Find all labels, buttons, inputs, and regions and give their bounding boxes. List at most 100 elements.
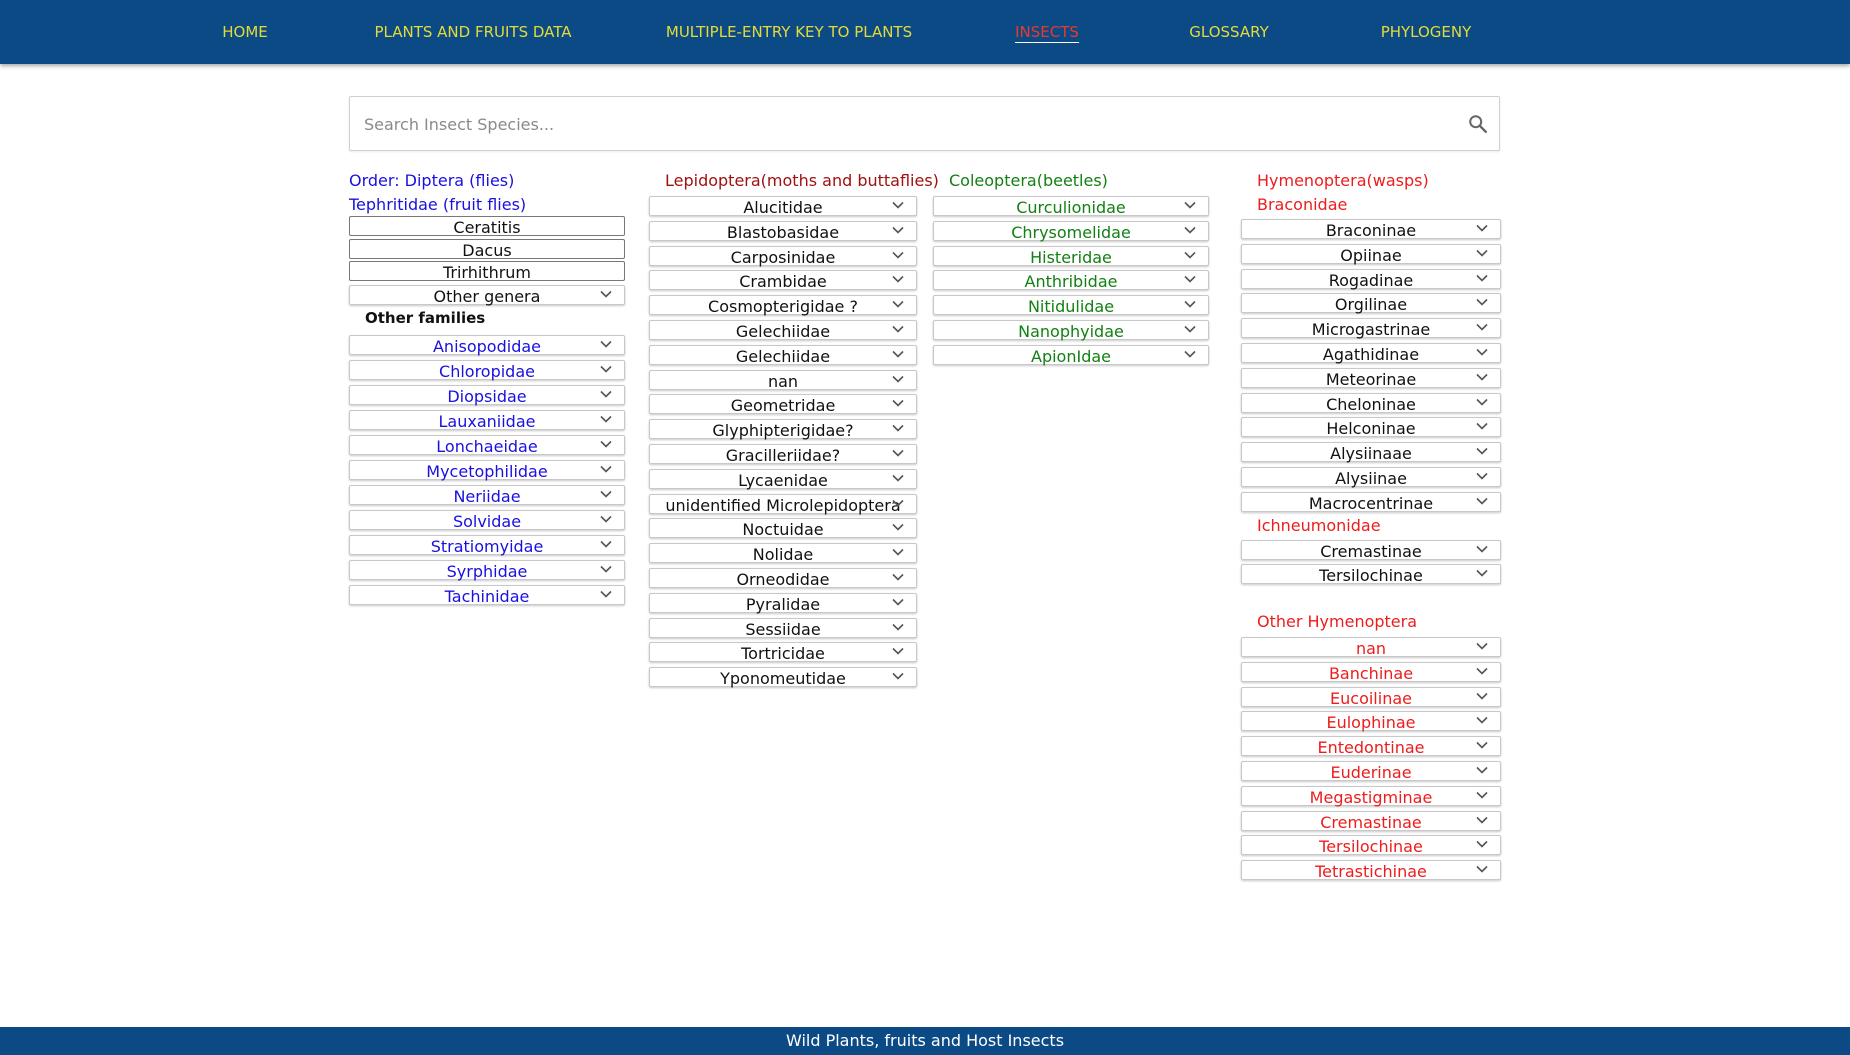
dropdown-microgastrinae[interactable]: Microgastrinae xyxy=(1241,318,1501,339)
dropdown-chrysomelidae[interactable]: Chrysomelidae xyxy=(933,220,1209,242)
dropdown-cremastinae[interactable]: Cremastinae xyxy=(1241,810,1501,832)
dropdown-label: Diopsidae xyxy=(447,387,527,406)
dropdown-eucoilinae[interactable]: Eucoilinae xyxy=(1241,686,1501,708)
dropdown-anisopodidae[interactable]: Anisopodidae xyxy=(349,335,625,356)
nav-glossary[interactable]: GLOSSARY xyxy=(1189,0,1268,64)
dropdown-cosmopterigidae[interactable]: Cosmopterigidae ? xyxy=(649,295,917,316)
dropdown-unidentified-microlepidoptera[interactable]: unidentified Microlepidoptera xyxy=(649,493,917,515)
dropdown-neriidae[interactable]: Neriidae xyxy=(349,485,625,506)
chevron-down-icon xyxy=(1476,742,1488,749)
dropdown-orgilinae[interactable]: Orgilinae xyxy=(1241,293,1501,314)
dropdown-syrphidae[interactable]: Syrphidae xyxy=(349,560,625,581)
dropdown-alysiinaae[interactable]: Alysiinaae xyxy=(1241,442,1501,463)
chevron-down-icon xyxy=(892,375,904,383)
nav-home[interactable]: HOME xyxy=(222,0,268,64)
dropdown-label: unidentified Microlepidoptera xyxy=(665,495,901,515)
dropdown-label: Eulophinae xyxy=(1326,713,1416,733)
dropdown-nan[interactable]: nan xyxy=(1241,637,1501,658)
dropdown-label: Syrphidae xyxy=(446,562,528,581)
dropdown-label: Mycetophilidae xyxy=(426,462,548,481)
dropdown-tersilochinae[interactable]: Tersilochinae xyxy=(1241,564,1501,585)
dropdown-nanophyidae[interactable]: Nanophyidae xyxy=(933,320,1209,341)
dropdown-pyralidae[interactable]: Pyralidae xyxy=(649,592,917,614)
dropdown-braconinae[interactable]: Braconinae xyxy=(1241,219,1501,240)
dropdown-yponomeutidae[interactable]: Yponomeutidae xyxy=(649,667,917,688)
dropdown-label: ApionIdae xyxy=(1031,346,1111,366)
chevron-down-icon xyxy=(892,350,904,358)
dropdown-noctuidae[interactable]: Noctuidae xyxy=(649,518,917,539)
dropdown-macrocentrinae[interactable]: Macrocentrinae xyxy=(1241,491,1501,513)
chevron-down-icon xyxy=(1476,299,1488,307)
dropdown-cremastinae[interactable]: Cremastinae xyxy=(1241,540,1501,561)
dropdown-tersilochinae[interactable]: Tersilochinae xyxy=(1241,835,1501,856)
dropdown-euderinae[interactable]: Euderinae xyxy=(1241,761,1501,782)
dropdown-entedontinae[interactable]: Entedontinae xyxy=(1241,736,1501,757)
search-icon[interactable] xyxy=(1467,113,1489,135)
dropdown-trirhithrum[interactable]: Trirhithrum xyxy=(349,261,625,282)
dropdown-ceratitis[interactable]: Ceratitis xyxy=(349,216,625,237)
dropdown-eulophinae[interactable]: Eulophinae xyxy=(1241,711,1501,733)
dropdown-tetrastichinae[interactable]: Tetrastichinae xyxy=(1241,860,1501,881)
dropdown-lycaenidae[interactable]: Lycaenidae xyxy=(649,468,917,490)
dropdown-label: Alysiinae xyxy=(1335,469,1407,488)
dropdown-nitidulidae[interactable]: Nitidulidae xyxy=(933,295,1209,316)
dropdown-meteorinae[interactable]: Meteorinae xyxy=(1241,367,1501,389)
nav-phylogeny[interactable]: PHYLOGENY xyxy=(1381,0,1472,64)
dropdown-lonchaeidae[interactable]: Lonchaeidae xyxy=(349,435,625,456)
nav-insects[interactable]: INSECTS xyxy=(1015,0,1079,64)
chevron-down-icon xyxy=(892,524,904,532)
dropdown-carposinidae[interactable]: Carposinidae xyxy=(649,245,917,267)
dropdown-geometridae[interactable]: Geometridae xyxy=(649,394,917,415)
dropdown-banchinae[interactable]: Banchinae xyxy=(1241,661,1501,683)
dropdown-sessiidae[interactable]: Sessiidae xyxy=(649,617,917,639)
dropdown-alucitidae[interactable]: Alucitidae xyxy=(649,196,917,217)
dropdown-diopsidae[interactable]: Diopsidae xyxy=(349,385,625,406)
chevron-down-icon xyxy=(1476,569,1488,577)
dropdown-opiinae[interactable]: Opiinae xyxy=(1241,243,1501,265)
dropdown-curculionidae[interactable]: Curculionidae xyxy=(933,196,1209,217)
chevron-down-icon xyxy=(600,340,612,348)
dropdown-nolidae[interactable]: Nolidae xyxy=(649,543,917,564)
footer: Wild Plants, fruits and Host Insects xyxy=(0,1027,1850,1055)
dropdown-label: nan xyxy=(767,371,799,391)
dropdown-tortricidae[interactable]: Tortricidae xyxy=(649,642,917,663)
nav-plants-and-fruits-data[interactable]: PLANTS AND FRUITS DATA xyxy=(374,0,571,64)
dropdown-cheloninae[interactable]: Cheloninae xyxy=(1241,392,1501,414)
dropdown-rogadinae[interactable]: Rogadinae xyxy=(1241,268,1501,290)
order-diptera-heading: Order: Diptera (flies) xyxy=(349,171,515,190)
chevron-down-icon xyxy=(892,623,904,631)
dropdown-agathidinae[interactable]: Agathidinae xyxy=(1241,343,1501,364)
dropdown-tachinidae[interactable]: Tachinidae xyxy=(349,585,625,606)
search-input[interactable] xyxy=(362,97,1456,152)
dropdown-chloropidae[interactable]: Chloropidae xyxy=(349,360,625,381)
dropdown-stratiomyidae[interactable]: Stratiomyidae xyxy=(349,535,625,556)
dropdown-nan[interactable]: nan xyxy=(649,369,917,391)
dropdown-helconinae[interactable]: Helconinae xyxy=(1241,417,1501,438)
dropdown-mycetophilidae[interactable]: Mycetophilidae xyxy=(349,460,625,481)
dropdown-crambidae[interactable]: Crambidae xyxy=(649,270,917,291)
dropdown-label: Lauxaniidae xyxy=(438,412,536,431)
dropdown-gracilleriidae[interactable]: Gracilleriidae? xyxy=(649,444,917,465)
dropdown-megastigminae[interactable]: Megastigminae xyxy=(1241,785,1501,807)
dropdown-gelechiidae[interactable]: Gelechiidae xyxy=(649,344,917,366)
dropdown-apionidae[interactable]: ApionIdae xyxy=(933,344,1209,366)
dropdown-label: Braconinae xyxy=(1325,221,1417,240)
dropdown-label: Curculionidae xyxy=(1016,198,1126,217)
dropdown-label: Alucitidae xyxy=(743,198,823,217)
chevron-down-icon xyxy=(1476,249,1488,257)
chevron-down-icon xyxy=(892,598,904,606)
dropdown-glyphipterigidae[interactable]: Glyphipterigidae? xyxy=(649,419,917,440)
dropdown-alysiinae[interactable]: Alysiinae xyxy=(1241,467,1501,488)
dropdown-histeridae[interactable]: Histeridae xyxy=(933,245,1209,267)
dropdown-dacus[interactable]: Dacus xyxy=(349,239,625,260)
dropdown-anthribidae[interactable]: Anthribidae xyxy=(933,270,1209,291)
nav-multiple-entry-key-to-plants[interactable]: MULTIPLE-ENTRY KEY TO PLANTS xyxy=(666,0,912,64)
dropdown-other-genera[interactable]: Other genera xyxy=(349,285,625,306)
dropdown-lauxaniidae[interactable]: Lauxaniidae xyxy=(349,410,625,431)
dropdown-solvidae[interactable]: Solvidae xyxy=(349,510,625,531)
dropdown-label: Opiinae xyxy=(1340,245,1402,265)
chevron-down-icon xyxy=(600,590,612,598)
dropdown-gelechiidae[interactable]: Gelechiidae xyxy=(649,320,917,341)
dropdown-blastobasidae[interactable]: Blastobasidae xyxy=(649,220,917,242)
dropdown-orneodidae[interactable]: Orneodidae xyxy=(649,568,917,589)
